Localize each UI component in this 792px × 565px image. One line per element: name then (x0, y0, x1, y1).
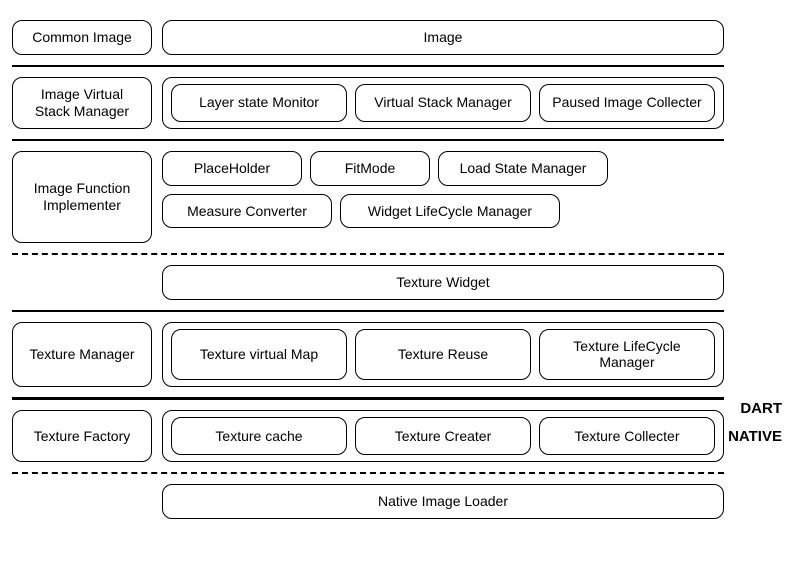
row-texture-factory: Texture Factory Texture cache Texture Cr… (12, 402, 724, 470)
box-widget-lifecycle-manager: Widget LifeCycle Manager (340, 194, 560, 229)
box-load-state-manager: Load State Manager (438, 151, 608, 186)
separator-dashed (12, 253, 724, 255)
box-image: Image (162, 20, 724, 55)
row-texture-widget: Texture Widget (12, 257, 724, 308)
box-fitmode: FitMode (310, 151, 430, 186)
box-texture-manager: Texture Manager (12, 322, 152, 388)
label-native: NATIVE (728, 428, 782, 445)
separator (12, 310, 724, 312)
row-image-virtual-stack-manager: Image Virtual Stack Manager Layer state … (12, 69, 724, 137)
box-texture-creater: Texture Creater (355, 417, 531, 455)
separator-dashed (12, 472, 724, 474)
box-layer-state-monitor: Layer state Monitor (171, 84, 347, 122)
box-texture-factory: Texture Factory (12, 410, 152, 462)
box-placeholder: PlaceHolder (162, 151, 302, 186)
box-texture-lifecycle-manager: Texture LifeCycle Manager (539, 329, 715, 381)
box-virtual-stack-manager: Virtual Stack Manager (355, 84, 531, 122)
container-virtual-stack: Layer state Monitor Virtual Stack Manage… (162, 77, 724, 129)
box-texture-cache: Texture cache (171, 417, 347, 455)
separator-dart-native (12, 397, 724, 400)
box-measure-converter: Measure Converter (162, 194, 332, 229)
separator (12, 139, 724, 141)
box-image-virtual-stack-manager: Image Virtual Stack Manager (12, 77, 152, 129)
box-paused-image-collecter: Paused Image Collecter (539, 84, 715, 122)
box-texture-virtual-map: Texture virtual Map (171, 329, 347, 381)
box-image-function-implementer: Image Function Implementer (12, 151, 152, 243)
row-image-function-implementer: Image Function Implementer PlaceHolder F… (12, 143, 724, 251)
container-texture-factory: Texture cache Texture Creater Texture Co… (162, 410, 724, 462)
architecture-diagram: Common Image Image Image Virtual Stack M… (12, 12, 780, 527)
row-texture-manager: Texture Manager Texture virtual Map Text… (12, 314, 724, 396)
box-texture-widget: Texture Widget (162, 265, 724, 300)
row-common-image: Common Image Image (12, 12, 724, 63)
row-impl-line1: PlaceHolder FitMode Load State Manager (162, 151, 724, 186)
box-texture-reuse: Texture Reuse (355, 329, 531, 381)
label-dart: DART (740, 400, 782, 417)
box-texture-collecter: Texture Collecter (539, 417, 715, 455)
box-native-image-loader: Native Image Loader (162, 484, 724, 519)
row-native-image-loader: Native Image Loader (12, 476, 724, 527)
separator (12, 65, 724, 67)
box-common-image: Common Image (12, 20, 152, 55)
container-texture-manager: Texture virtual Map Texture Reuse Textur… (162, 322, 724, 388)
row-impl-line2: Measure Converter Widget LifeCycle Manag… (162, 194, 724, 229)
